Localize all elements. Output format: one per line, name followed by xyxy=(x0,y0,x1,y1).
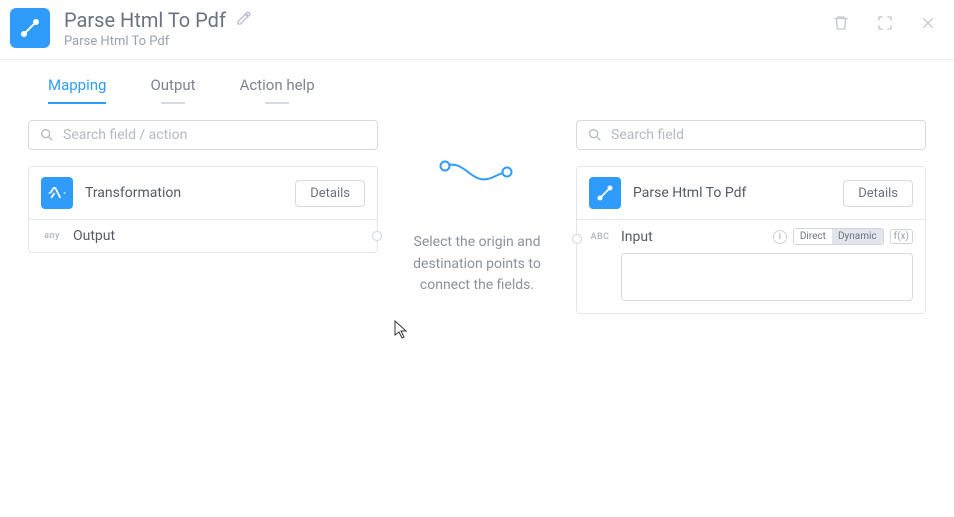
target-input-value[interactable] xyxy=(621,253,913,301)
target-field-row: ABC Input i Direct Dynamic f(x) xyxy=(577,219,925,249)
dialog-header: Parse Html To Pdf Parse Html To Pdf xyxy=(0,0,954,60)
search-icon xyxy=(39,127,55,143)
field-type-badge: ABC xyxy=(589,232,611,242)
target-details-button[interactable]: Details xyxy=(843,180,913,207)
edit-title-icon[interactable] xyxy=(236,10,252,30)
info-icon[interactable]: i xyxy=(773,230,787,244)
connection-graphic-icon xyxy=(437,156,517,186)
fx-button[interactable]: f(x) xyxy=(890,229,913,244)
mouse-cursor-icon xyxy=(394,320,410,340)
target-card-title: Parse Html To Pdf xyxy=(633,185,831,201)
tab-bar: Mapping Output Action help xyxy=(0,60,954,104)
value-mode-toggle: Direct Dynamic xyxy=(793,228,884,245)
delete-icon[interactable] xyxy=(832,14,850,36)
mode-dynamic[interactable]: Dynamic xyxy=(832,229,883,244)
search-source[interactable] xyxy=(28,120,378,150)
field-type-badge: any xyxy=(41,231,63,241)
source-card-title: Transformation xyxy=(85,185,283,201)
mode-direct[interactable]: Direct xyxy=(794,229,832,244)
input-connection-point[interactable] xyxy=(572,234,582,244)
tab-action-help[interactable]: Action help xyxy=(240,76,315,104)
mapping-hint-area: Select the origin and destination points… xyxy=(378,120,576,314)
search-icon xyxy=(587,127,603,143)
mapping-hint-text: Select the origin and destination points… xyxy=(412,232,542,297)
source-field-name: Output xyxy=(73,228,115,244)
target-card: Parse Html To Pdf Details ABC Input i Di… xyxy=(576,166,926,314)
tab-label: Action help xyxy=(240,76,315,94)
page-subtitle: Parse Html To Pdf xyxy=(64,34,252,49)
action-icon xyxy=(589,177,621,209)
search-target-input[interactable] xyxy=(611,127,915,143)
close-icon[interactable] xyxy=(920,15,936,35)
source-card: Transformation Details any Output xyxy=(28,166,378,253)
source-panel: Transformation Details any Output xyxy=(28,120,378,314)
page-title: Parse Html To Pdf xyxy=(64,8,226,32)
target-field-name: Input xyxy=(621,229,653,245)
tab-label: Output xyxy=(150,76,195,94)
expand-icon[interactable] xyxy=(876,14,894,36)
output-connection-point[interactable] xyxy=(372,231,382,241)
source-field-row[interactable]: any Output xyxy=(29,219,377,252)
tab-output[interactable]: Output xyxy=(150,76,195,104)
search-target[interactable] xyxy=(576,120,926,150)
target-panel: Parse Html To Pdf Details ABC Input i Di… xyxy=(576,120,926,314)
lambda-icon xyxy=(41,177,73,209)
source-details-button[interactable]: Details xyxy=(295,180,365,207)
search-source-input[interactable] xyxy=(63,127,367,143)
tab-mapping[interactable]: Mapping xyxy=(48,76,106,104)
tab-label: Mapping xyxy=(48,76,106,94)
action-icon xyxy=(10,8,50,48)
